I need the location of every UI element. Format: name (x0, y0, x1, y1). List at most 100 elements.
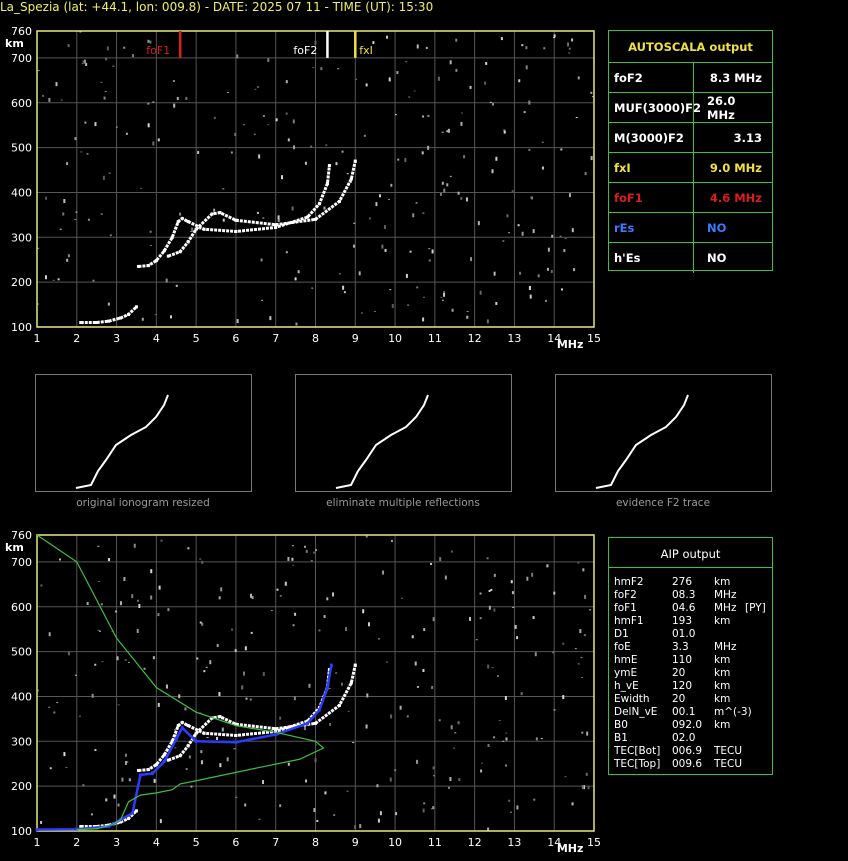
marker-label-fof1: foF1 (146, 44, 170, 57)
noise-dot (583, 634, 586, 637)
aip-unit: km (714, 667, 731, 679)
noise-dot (157, 613, 160, 617)
noise-dot (216, 643, 219, 647)
noise-dot (422, 212, 425, 215)
noise-dot (543, 47, 546, 50)
trace-point (150, 772, 154, 776)
noise-dot (407, 304, 410, 306)
noise-dot (234, 133, 237, 137)
y-tick-label: 400 (11, 186, 32, 199)
trace-point (127, 816, 131, 820)
noise-dot (562, 642, 565, 645)
autoscala-value: 4.6 MHz (709, 191, 762, 205)
noise-dot (553, 709, 556, 711)
noise-dot (197, 150, 200, 154)
x-tick-label: 2 (73, 332, 80, 345)
noise-dot (201, 560, 204, 564)
x-tick-label: 12 (468, 332, 482, 345)
noise-dot (450, 550, 453, 553)
noise-dot (175, 284, 178, 287)
noise-dot (541, 141, 544, 143)
noise-dot (113, 794, 116, 799)
x-tick-label: 13 (507, 836, 521, 849)
noise-dot (66, 162, 69, 166)
noise-dot (422, 317, 425, 322)
noise-dot (337, 68, 340, 70)
noise-dot (270, 610, 273, 612)
noise-dot (250, 631, 253, 634)
trace-point (234, 218, 238, 222)
trace-point (325, 181, 329, 185)
x-tick-label: 8 (312, 836, 319, 849)
noise-dot (485, 61, 488, 65)
aip-unit: m^(-3) (714, 706, 752, 718)
trace-point (218, 211, 222, 215)
noise-dot (390, 183, 393, 187)
noise-dot (500, 37, 503, 41)
noise-dot (262, 216, 265, 219)
trace-point (107, 319, 111, 323)
y-tick-label: 700 (11, 52, 32, 65)
noise-dot (346, 790, 349, 792)
y-tick-label: 300 (11, 735, 32, 748)
trace-point (210, 212, 214, 216)
x-tick-label: 13 (507, 332, 521, 345)
trace-point (337, 703, 341, 707)
noise-dot (169, 315, 172, 319)
noise-dot (525, 46, 528, 50)
aip-value: 20 (672, 693, 686, 705)
noise-dot (493, 271, 496, 276)
x-tick-label: 3 (113, 332, 120, 345)
trace-point (162, 753, 166, 757)
aip-value: 3.3 (672, 641, 689, 653)
y-tick-label: 700 (11, 556, 32, 569)
trace-point (162, 759, 166, 763)
noise-dot (427, 114, 430, 117)
noise-dot (160, 539, 163, 542)
noise-dot (222, 218, 225, 222)
noise-dot (589, 609, 592, 611)
noise-dot (466, 315, 469, 319)
x-tick-label: 11 (428, 332, 442, 345)
thumbnail-f2-trace-curve (595, 394, 689, 489)
aip-name: B0 (614, 719, 628, 731)
x-tick-label: 8 (312, 332, 319, 345)
noise-dot (342, 285, 345, 290)
x-tick-label: 10 (388, 332, 402, 345)
aip-row: hmE 110 km (614, 654, 774, 667)
noise-dot (279, 804, 282, 808)
noise-dot (332, 592, 335, 597)
aip-unit: km (714, 576, 731, 588)
noise-dot (430, 808, 433, 810)
noise-dot (117, 704, 120, 706)
noise-dot (75, 211, 78, 213)
noise-dot (221, 727, 224, 732)
trace-point (162, 249, 166, 253)
noise-dot (115, 610, 118, 613)
noise-dot (443, 188, 446, 193)
noise-dot (394, 114, 397, 116)
noise-dot (479, 592, 482, 595)
x-tick-label: 6 (232, 332, 239, 345)
noise-dot (292, 624, 295, 627)
noise-dot (423, 628, 426, 632)
noise-dot (267, 58, 270, 63)
aip-value: 04.6 (672, 602, 696, 614)
noise-dot (191, 227, 194, 232)
noise-dot (102, 175, 105, 180)
noise-dot (541, 166, 544, 170)
aip-value: 193 (672, 615, 693, 627)
noise-dot (360, 312, 363, 314)
noise-dot (568, 52, 571, 54)
noise-dot (502, 740, 505, 742)
aip-value: 092.0 (672, 719, 703, 731)
noise-dot (209, 660, 212, 665)
noise-dot (396, 71, 399, 75)
noise-dot (533, 798, 536, 801)
noise-dot (59, 228, 62, 230)
noise-dot (575, 117, 578, 119)
aip-row: D1 01.0 (614, 628, 774, 641)
noise-dot (277, 215, 280, 220)
noise-dot (258, 154, 261, 159)
trace-point (327, 164, 331, 168)
